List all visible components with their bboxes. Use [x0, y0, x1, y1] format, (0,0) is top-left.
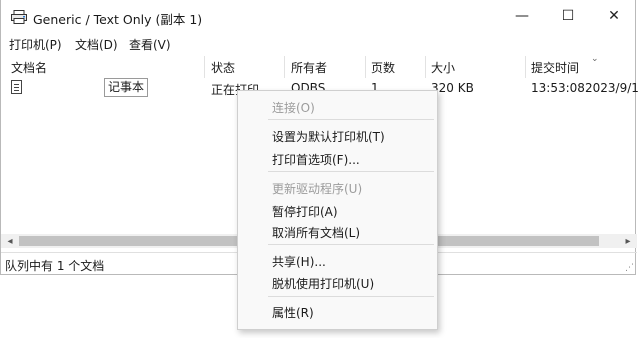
col-header-pages[interactable]: 页数	[371, 59, 395, 76]
title-bar[interactable]: Generic / Text Only (副本 1) — ☐ ✕	[1, 0, 637, 34]
printer-icon	[11, 10, 27, 24]
menu-printing-preferences[interactable]: 打印首选项(F)...	[272, 151, 360, 168]
column-divider[interactable]	[284, 56, 285, 78]
resize-grip-icon[interactable]: ⋰	[625, 263, 635, 273]
column-divider[interactable]	[525, 56, 526, 78]
time-cell: 13:53:08	[531, 81, 585, 95]
menu-pause-printing[interactable]: 暂停打印(A)	[272, 203, 338, 220]
col-header-size[interactable]: 大小	[431, 59, 455, 76]
queue-status-text: 队列中有 1 个文档	[5, 259, 105, 273]
chevron-down-icon: ⌄	[591, 54, 599, 64]
menu-use-printer-offline[interactable]: 脱机使用打印机(U)	[272, 275, 374, 292]
menu-separator	[268, 244, 434, 245]
col-header-docname[interactable]: 文档名	[11, 59, 47, 76]
menu-update-driver: 更新驱动程序(U)	[272, 182, 363, 196]
menu-connect: 连接(O)	[272, 101, 315, 115]
menu-view[interactable]: 查看(V)	[129, 36, 171, 53]
date-cell: 2023/9/1	[585, 81, 638, 95]
menu-separator	[268, 171, 434, 172]
document-icon	[11, 80, 22, 94]
col-header-status[interactable]: 状态	[211, 59, 235, 76]
column-divider[interactable]	[365, 56, 366, 78]
menu-separator	[268, 296, 434, 297]
scroll-right-icon[interactable]: ▸	[621, 234, 635, 248]
column-divider[interactable]	[425, 56, 426, 78]
col-header-submitted[interactable]: 提交时间	[531, 59, 579, 76]
menu-separator	[268, 119, 434, 120]
maximize-button[interactable]: ☐	[545, 0, 591, 32]
context-menu: 连接(O) 设置为默认打印机(T) 打印首选项(F)... 更新驱动程序(U) …	[237, 90, 438, 330]
menu-sharing[interactable]: 共享(H)...	[272, 253, 326, 270]
column-header: 文档名 状态 所有者 页数 大小 提交时间 ⌄	[1, 54, 637, 78]
column-divider[interactable]	[204, 56, 205, 78]
scroll-left-icon[interactable]: ◂	[3, 234, 17, 248]
close-button[interactable]: ✕	[591, 0, 637, 32]
menu-document[interactable]: 文档(D)	[75, 36, 118, 53]
window-title: Generic / Text Only (副本 1)	[33, 12, 203, 27]
menu-set-default-printer[interactable]: 设置为默认打印机(T)	[272, 128, 385, 145]
menu-printer[interactable]: 打印机(P)	[9, 36, 62, 53]
menu-cancel-all-documents[interactable]: 取消所有文档(L)	[272, 224, 360, 241]
menu-properties[interactable]: 属性(R)	[272, 304, 314, 321]
minimize-button[interactable]: —	[499, 0, 545, 32]
col-header-owner[interactable]: 所有者	[291, 59, 327, 76]
document-name-cell[interactable]: 记事本	[104, 78, 149, 97]
menu-bar: 打印机(P) 文档(D) 查看(V)	[1, 34, 637, 54]
